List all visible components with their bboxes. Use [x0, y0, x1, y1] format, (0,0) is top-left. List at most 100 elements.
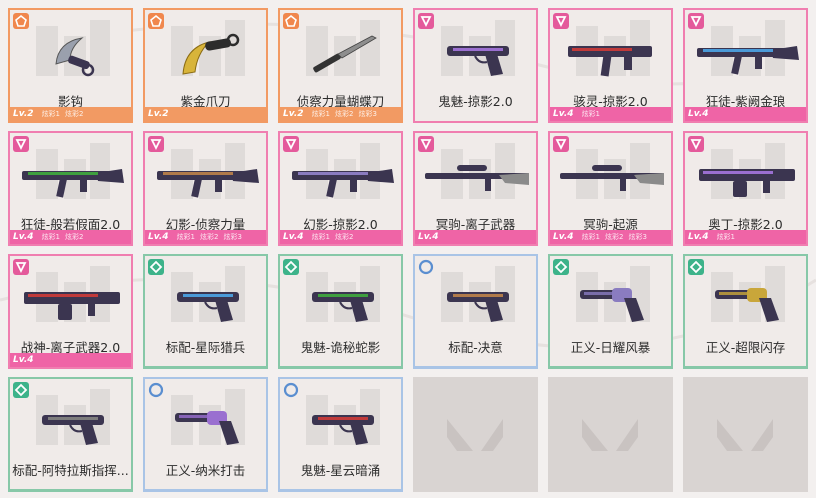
weapon-skin-card[interactable]: 鬼魅-诡秘蛇影	[278, 254, 403, 369]
weapon-skin-card[interactable]: 战神-离子武器2.0 Lv.4	[8, 254, 133, 369]
revolver-icon	[175, 411, 239, 445]
weapon-skin-card[interactable]: 鬼魅-星云暗涌	[278, 377, 403, 492]
pink-triangle-icon	[553, 136, 569, 152]
weapon-skin-card[interactable]: 狂徒-紫阙金琅 Lv.4	[683, 8, 808, 123]
orange-pentagon-icon	[148, 13, 164, 29]
weapon-skin-card[interactable]: 标配-阿特拉斯指挥...	[8, 377, 133, 492]
skin-name: 标配-星际猎兵	[165, 340, 246, 355]
weapon-skin-card[interactable]: 正义-超限闪存	[683, 254, 808, 369]
weapon-skin-card[interactable]: 侦察力量蝴蝶刀 Lv.2 炫彩1 炫彩2 炫彩3	[278, 8, 403, 123]
level-bar: Lv.4 炫彩1	[685, 230, 806, 244]
valorant-logo-icon	[717, 419, 773, 451]
skin-name: 鬼魅-掠影2.0	[438, 94, 513, 109]
level-bar: Lv.4 炫彩1 炫彩2 炫彩3	[145, 230, 266, 244]
skin-name: 正义-日耀风暴	[570, 340, 651, 355]
orange-pentagon-icon	[283, 13, 299, 29]
karambit-knife-icon	[55, 37, 95, 77]
weapon-skin-card[interactable]: 影钩 Lv.2 炫彩1 炫彩2	[8, 8, 133, 123]
variant-label: 炫彩1	[716, 233, 736, 241]
blue-circle-icon	[418, 259, 434, 275]
weapon-skin-card[interactable]: 标配-决意	[413, 254, 538, 369]
variant-label: 炫彩1	[176, 233, 196, 241]
level-label: Lv.4	[688, 109, 709, 119]
machine-gun-icon	[699, 169, 795, 197]
weapon-skin-card[interactable]: 鬼魅-掠影2.0	[413, 8, 538, 123]
level-label: Lv.2	[283, 109, 304, 119]
revolver-icon	[580, 288, 644, 322]
level-bar: Lv.2 炫彩1 炫彩2	[10, 107, 131, 121]
variant-label: 炫彩2	[605, 233, 624, 241]
pink-triangle-icon	[418, 13, 434, 29]
pink-triangle-icon	[418, 136, 434, 152]
inventory-grid: 影钩 Lv.2 炫彩1 炫彩2 紫金爪刀 Lv.2 侦察力量蝴蝶刀 Lv.2 炫彩1 炫彩2 炫彩3…	[8, 8, 808, 492]
level-bar: Lv.4 炫彩1 炫彩2	[280, 230, 401, 244]
variant-label: 炫彩2	[65, 110, 84, 118]
skin-name: 正义-纳米打击	[165, 463, 246, 478]
pink-triangle-icon	[13, 136, 29, 152]
empty-slot	[548, 377, 673, 492]
level-bar: Lv.4 炫彩1 炫彩2 炫彩3	[550, 230, 671, 244]
pistol-icon	[312, 292, 374, 322]
level-label: Lv.4	[418, 232, 439, 242]
level-label: Lv.4	[283, 232, 304, 242]
weapon-skin-card[interactable]: 幻影-侦察力量 Lv.4 炫彩1 炫彩2 炫彩3	[143, 131, 268, 246]
weapon-skin-card[interactable]: 紫金爪刀 Lv.2	[143, 8, 268, 123]
weapon-skin-card[interactable]: 冥驹-起源 Lv.4 炫彩1 炫彩2 炫彩3	[548, 131, 673, 246]
pistol-icon	[447, 292, 509, 322]
pink-triangle-icon	[553, 13, 569, 29]
variant-label: 炫彩2	[335, 110, 354, 118]
level-label: Lv.2	[148, 109, 169, 119]
sniper-rifle-icon	[425, 165, 529, 191]
variant-label: 炫彩2	[200, 233, 219, 241]
rifle-icon	[157, 169, 259, 198]
blue-circle-icon	[283, 382, 299, 398]
variant-label: 炫彩3	[628, 233, 647, 241]
weapon-skin-card[interactable]: 奥丁-掠影2.0 Lv.4 炫彩1	[683, 131, 808, 246]
pink-triangle-icon	[688, 136, 704, 152]
weapon-skin-card[interactable]: 正义-纳米打击	[143, 377, 268, 492]
skin-name: 标配-阿特拉斯指挥...	[12, 463, 129, 478]
weapon-skin-card[interactable]: 标配-星际猎兵	[143, 254, 268, 369]
level-label: Lv.4	[553, 232, 574, 242]
pink-triangle-icon	[283, 136, 299, 152]
weapon-skin-card[interactable]: 冥驹-离子武器 Lv.4	[413, 131, 538, 246]
green-diamond-icon	[13, 382, 29, 398]
variant-label: 炫彩1	[581, 110, 601, 118]
pink-triangle-icon	[148, 136, 164, 152]
machine-gun-icon	[24, 292, 120, 320]
variant-label: 炫彩2	[335, 233, 354, 241]
green-diamond-icon	[688, 259, 704, 275]
green-diamond-icon	[553, 259, 569, 275]
rifle-icon	[22, 169, 124, 198]
pink-triangle-icon	[13, 259, 29, 275]
empty-slot	[683, 377, 808, 492]
weapon-skin-card[interactable]: 幻影-掠影2.0 Lv.4 炫彩1 炫彩2	[278, 131, 403, 246]
level-label: Lv.4	[13, 232, 34, 242]
level-bar: Lv.2 炫彩1 炫彩2 炫彩3	[280, 107, 401, 121]
variant-label: 炫彩3	[223, 233, 242, 241]
rifle-icon	[697, 46, 799, 75]
level-bar: Lv.4 炫彩1	[550, 107, 671, 121]
revolver-icon	[715, 288, 779, 322]
level-bar: Lv.4	[10, 353, 131, 367]
variant-label: 炫彩1	[311, 233, 331, 241]
level-label: Lv.4	[148, 232, 169, 242]
weapon-skin-card[interactable]: 狂徒-般若假面2.0 Lv.4 炫彩1 炫彩2	[8, 131, 133, 246]
green-diamond-icon	[283, 259, 299, 275]
pink-triangle-icon	[688, 13, 704, 29]
pistol-icon	[177, 292, 239, 322]
weapon-skin-card[interactable]: 正义-日耀风暴	[548, 254, 673, 369]
skin-name: 鬼魅-诡秘蛇影	[300, 340, 381, 355]
smg-icon	[568, 46, 652, 77]
sniper-rifle-icon	[560, 165, 664, 191]
orange-pentagon-icon	[13, 13, 29, 29]
rifle-icon	[292, 169, 394, 198]
weapon-skin-card[interactable]: 骇灵-掠影2.0 Lv.4 炫彩1	[548, 8, 673, 123]
variant-label: 炫彩1	[41, 110, 61, 118]
valorant-logo-icon	[582, 419, 638, 451]
empty-slot	[413, 377, 538, 492]
skin-name: 正义-超限闪存	[705, 340, 786, 355]
level-bar: Lv.4	[415, 230, 536, 244]
level-label: Lv.4	[13, 355, 34, 365]
pistol-icon	[42, 415, 104, 445]
